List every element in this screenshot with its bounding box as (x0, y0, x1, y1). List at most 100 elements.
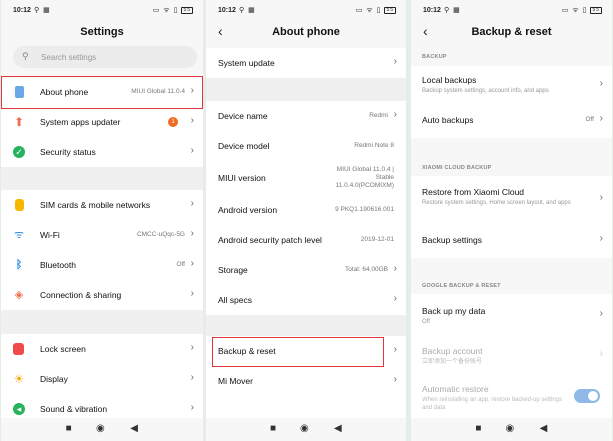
item-value: MIUI Global 11.0.4 | Stable 11.0.4.0(PCO… (336, 166, 394, 190)
item-subtitle: Restore system settings, Home screen lay… (422, 200, 571, 206)
settings-item-sim-cards[interactable]: SIM cards & mobile networks › (1, 190, 203, 220)
item-value: Off (176, 261, 185, 268)
battery-icon: 55 (384, 6, 396, 14)
item-label: Security status (40, 147, 96, 157)
about-item-mi-mover[interactable]: Mi Mover › (206, 366, 406, 418)
chevron-right-icon: › (393, 56, 397, 67)
search-placeholder: Search settings (41, 53, 97, 62)
chevron-right-icon: › (190, 288, 194, 299)
item-value: 2019-12-01 (360, 236, 394, 243)
divider (206, 315, 406, 336)
settings-item-display[interactable]: ☀ Display › (1, 364, 203, 394)
divider (1, 167, 203, 190)
back-button[interactable]: ◀ (130, 423, 138, 434)
divider (206, 78, 406, 101)
item-label: Local backups (422, 75, 477, 85)
value-line: MIUI Global 11.0.4 | (336, 166, 394, 173)
recents-button[interactable]: ■ (66, 423, 72, 434)
backup-item-backup-account: Backup account 立即添加一个备份账号 › (411, 334, 612, 374)
about-item-system-update[interactable]: System update › (206, 48, 406, 78)
search-icon: ⚲ (22, 51, 29, 61)
chevron-right-icon: › (599, 192, 603, 203)
item-label: Display (40, 374, 68, 384)
connection-icon: ◈ (14, 289, 24, 301)
item-value: Redmi (369, 112, 388, 119)
item-value: Redmi Note 8 (354, 142, 394, 149)
status-left-icons: ⚲ ▦ (34, 7, 51, 14)
item-label: System update (218, 58, 275, 68)
item-value: 9 PKQ1.190616.001 (335, 206, 394, 213)
wifi-icon: ᯤ (13, 229, 25, 241)
page-title: Settings (80, 26, 124, 38)
sun-icon: ☀ (13, 372, 25, 386)
item-label: Storage (218, 265, 248, 275)
settings-item-system-apps-updater[interactable]: ⬆ System apps updater 1 › (1, 107, 203, 137)
update-badge: 1 (168, 117, 178, 127)
item-label: Sound & vibration (40, 404, 108, 414)
settings-item-wifi[interactable]: ᯤ Wi-Fi CMCC-uQqc-5G › (1, 220, 203, 250)
settings-item-connection-sharing[interactable]: ◈ Connection & sharing › (1, 280, 203, 310)
chevron-right-icon: › (393, 344, 397, 355)
backup-item-restore-cloud[interactable]: Restore from Xiaomi Cloud Restore system… (411, 176, 612, 222)
settings-item-security-status[interactable]: ✓ Security status › (1, 137, 203, 167)
back-button[interactable]: ◀ (540, 423, 548, 434)
backup-item-auto-backups[interactable]: Auto backups Off › (411, 102, 612, 138)
recents-button[interactable]: ■ (270, 423, 276, 434)
about-phone-panel: 10:12 ⚲ ▦ ▭ ᯤ ▯ 55 ‹ About phone System … (206, 0, 406, 441)
recents-button[interactable]: ■ (475, 423, 481, 434)
arrow-up-icon: ⬆ (13, 115, 25, 129)
chevron-right-icon: › (599, 113, 603, 124)
about-item-all-specs[interactable]: All specs › (206, 285, 406, 315)
about-item-device-name[interactable]: Device name Redmi › (206, 101, 406, 131)
chevron-right-icon: › (190, 258, 194, 269)
home-button[interactable]: ◉ (300, 423, 309, 434)
chevron-right-icon: › (599, 308, 603, 319)
settings-item-sound-vibration[interactable]: ◂ Sound & vibration › (1, 394, 203, 418)
item-label: Auto backups (422, 115, 474, 125)
backup-reset-panel: 10:12 ⚲ ▦ ▭ ᯤ ▯ 55 ‹ Backup & reset BACK… (411, 0, 612, 441)
status-bar: 10:12 ⚲ ▦ ▭ ᯤ ▯ 55 (1, 0, 203, 22)
speaker-icon: ◂ (13, 403, 25, 415)
shield-check-icon: ✓ (13, 146, 25, 158)
backup-item-backup-settings[interactable]: Backup settings › (411, 222, 612, 258)
status-time: 10:12 (13, 7, 31, 14)
item-label: Lock screen (40, 344, 86, 354)
divider (1, 310, 203, 334)
item-subtitle: 立即添加一个备份账号 (422, 359, 483, 365)
section-header-backup: BACKUP (422, 54, 447, 60)
item-subtitle: Backup system settings, account info, an… (422, 88, 549, 94)
status-left-icons: ⚲ ▦ (444, 7, 461, 14)
status-time: 10:12 (218, 7, 236, 14)
item-label: Android version (218, 205, 278, 215)
search-input[interactable]: ⚲ Search settings (13, 46, 197, 68)
item-label: Connection & sharing (40, 290, 122, 300)
about-item-storage[interactable]: Storage Total: 64.00GB › (206, 255, 406, 285)
item-label: Backup account (422, 346, 483, 356)
item-label: Back up my data (422, 306, 486, 316)
item-value: Total: 64.00GB (345, 266, 388, 273)
page-title: About phone (272, 26, 340, 38)
backup-item-back-up-data[interactable]: Back up my data Off › (411, 294, 612, 334)
status-right-icons: ▭ ᯤ ▯ 55 (561, 6, 602, 14)
about-item-device-model: Device model Redmi Note 8 (206, 131, 406, 161)
status-time: 10:12 (423, 7, 441, 14)
home-button[interactable]: ◉ (96, 423, 105, 434)
nav-bar: ■ ◉ ◀ (206, 418, 406, 441)
backup-item-local-backups[interactable]: Local backups Backup system settings, ac… (411, 66, 612, 102)
battery-icon: 55 (590, 6, 602, 14)
chevron-right-icon: › (393, 293, 397, 304)
chevron-right-icon: › (190, 198, 194, 209)
about-item-miui-version: MIUI version MIUI Global 11.0.4 | Stable… (206, 161, 406, 195)
item-value: CMCC-uQqc-5G (136, 231, 185, 238)
section-header-google: GOOGLE BACKUP & RESET (422, 283, 501, 289)
back-button[interactable]: ◀ (334, 423, 342, 434)
status-right-icons: ▭ ᯤ ▯ 55 (152, 6, 193, 14)
home-button[interactable]: ◉ (505, 423, 514, 434)
settings-item-lock-screen[interactable]: Lock screen › (1, 334, 203, 364)
automatic-restore-toggle[interactable] (574, 389, 600, 403)
item-label: Restore from Xiaomi Cloud (422, 187, 525, 197)
settings-item-bluetooth[interactable]: ᛒ Bluetooth Off › (1, 250, 203, 280)
item-subtitle: When reinstalling an app, restore backed… (422, 397, 563, 411)
sim-card-icon (15, 199, 24, 211)
item-label: Android security patch level (218, 235, 322, 245)
